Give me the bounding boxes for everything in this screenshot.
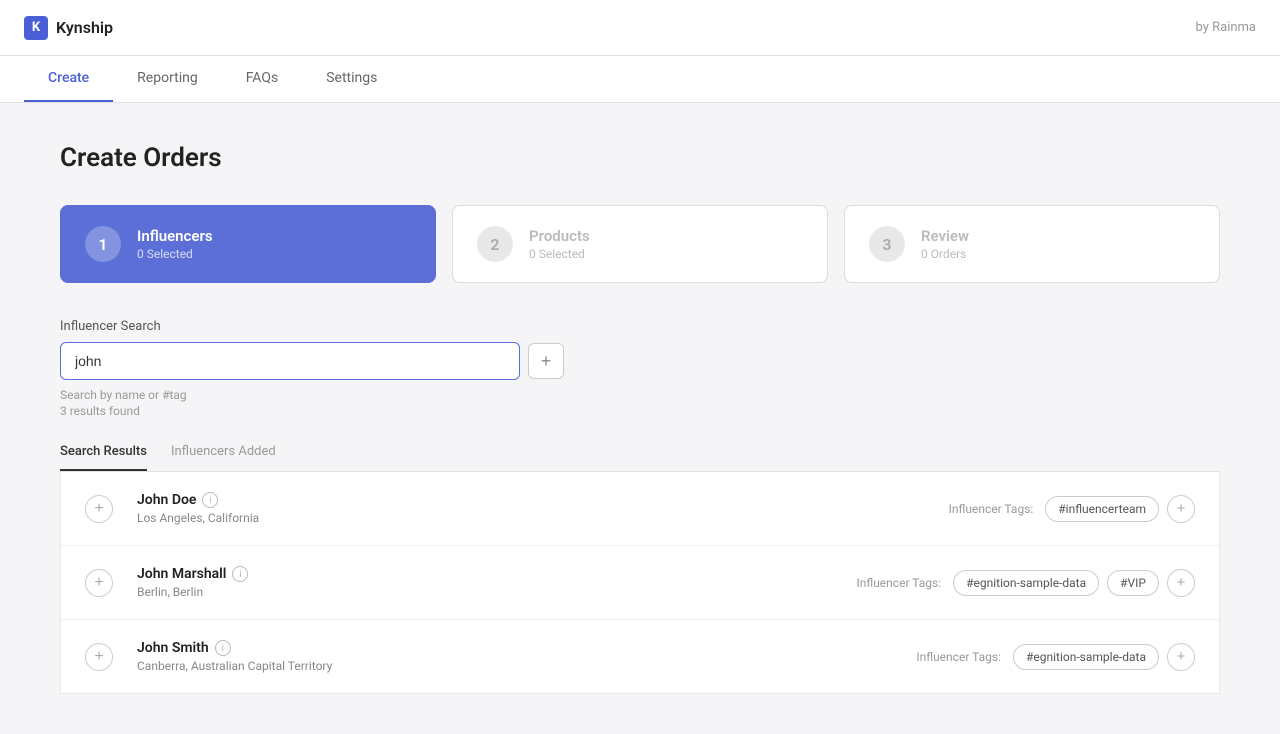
search-hint: Search by name or #tag	[60, 388, 1220, 402]
search-label: Influencer Search	[60, 319, 1220, 334]
influencer-2-info-icon[interactable]: i	[215, 640, 231, 656]
step-products[interactable]: 2 Products 0 Selected	[452, 205, 828, 283]
influencer-1-tags-label: Influencer Tags:	[856, 576, 941, 590]
step-influencers[interactable]: 1 Influencers 0 Selected	[60, 205, 436, 283]
page-title: Create Orders	[60, 143, 1220, 173]
influencer-2-info: John Smith i Canberra, Australian Capita…	[137, 640, 916, 673]
nav-tabs: Create Reporting FAQs Settings	[0, 56, 1280, 103]
step-review[interactable]: 3 Review 0 Orders	[844, 205, 1220, 283]
tab-faqs[interactable]: FAQs	[222, 56, 303, 102]
influencer-2-name-row: John Smith i	[137, 640, 916, 656]
table-row: + John Doe i Los Angeles, California Inf…	[61, 472, 1219, 546]
search-area: Influencer Search + Search by name or #t…	[60, 319, 1220, 418]
step-1-label: Influencers	[137, 227, 213, 245]
search-results-count: 3 results found	[60, 404, 1220, 418]
step-2-label: Products	[529, 227, 590, 245]
step-3-label: Review	[921, 227, 969, 245]
tag-badge: #influencerteam	[1045, 496, 1159, 522]
step-2-sub: 0 Selected	[529, 247, 590, 261]
influencer-0-location: Los Angeles, California	[137, 511, 949, 525]
influencer-2-tags-label: Influencer Tags:	[916, 650, 1001, 664]
add-influencer-0-button[interactable]: +	[85, 495, 113, 523]
add-tag-2-button[interactable]: +	[1167, 643, 1195, 671]
table-row: + John Smith i Canberra, Australian Capi…	[61, 620, 1219, 693]
tag-badge: #egnition-sample-data	[953, 570, 1099, 596]
step-3-info: Review 0 Orders	[921, 227, 969, 261]
add-influencer-1-button[interactable]: +	[85, 569, 113, 597]
influencer-2-name: John Smith	[137, 640, 209, 656]
step-1-number: 1	[85, 226, 121, 262]
by-label: by Rainma	[1196, 20, 1257, 35]
add-tag-0-button[interactable]: +	[1167, 495, 1195, 523]
app-name: Kynship	[56, 18, 113, 37]
search-row: +	[60, 342, 1220, 380]
main-content: Create Orders 1 Influencers 0 Selected 2…	[0, 103, 1280, 734]
step-2-number: 2	[477, 226, 513, 262]
result-tabs: Search Results Influencers Added	[60, 434, 1220, 472]
step-3-sub: 0 Orders	[921, 247, 969, 261]
influencer-1-name-row: John Marshall i	[137, 566, 856, 582]
influencer-1-location: Berlin, Berlin	[137, 585, 856, 599]
influencer-1-info-icon[interactable]: i	[232, 566, 248, 582]
influencer-0-name: John Doe	[137, 492, 196, 508]
logo-area: K Kynship	[24, 16, 113, 40]
influencer-0-info: John Doe i Los Angeles, California	[137, 492, 949, 525]
step-3-number: 3	[869, 226, 905, 262]
tab-settings[interactable]: Settings	[302, 56, 401, 102]
tab-influencers-added[interactable]: Influencers Added	[171, 434, 276, 471]
tab-reporting[interactable]: Reporting	[113, 56, 222, 102]
logo-icon: K	[24, 16, 48, 40]
influencer-1-info: John Marshall i Berlin, Berlin	[137, 566, 856, 599]
influencer-1-name: John Marshall	[137, 566, 226, 582]
tag-badge: #VIP	[1107, 570, 1159, 596]
tag-badge: #egnition-sample-data	[1013, 644, 1159, 670]
tab-search-results[interactable]: Search Results	[60, 434, 147, 471]
influencer-0-tags-area: Influencer Tags: #influencerteam +	[949, 495, 1195, 523]
influencer-list: + John Doe i Los Angeles, California Inf…	[60, 472, 1220, 694]
influencer-0-tags-label: Influencer Tags:	[949, 502, 1034, 516]
influencer-1-tags-area: Influencer Tags: #egnition-sample-data #…	[856, 569, 1195, 597]
search-add-button[interactable]: +	[528, 343, 564, 379]
add-tag-1-button[interactable]: +	[1167, 569, 1195, 597]
influencer-2-location: Canberra, Australian Capital Territory	[137, 659, 916, 673]
add-influencer-2-button[interactable]: +	[85, 643, 113, 671]
influencer-0-info-icon[interactable]: i	[202, 492, 218, 508]
step-1-info: Influencers 0 Selected	[137, 227, 213, 261]
table-row: + John Marshall i Berlin, Berlin Influen…	[61, 546, 1219, 620]
influencer-2-tags-area: Influencer Tags: #egnition-sample-data +	[916, 643, 1195, 671]
topbar: K Kynship by Rainma	[0, 0, 1280, 56]
tab-create[interactable]: Create	[24, 56, 113, 102]
step-1-sub: 0 Selected	[137, 247, 213, 261]
influencer-0-name-row: John Doe i	[137, 492, 949, 508]
steps-row: 1 Influencers 0 Selected 2 Products 0 Se…	[60, 205, 1220, 283]
search-input[interactable]	[60, 342, 520, 380]
step-2-info: Products 0 Selected	[529, 227, 590, 261]
